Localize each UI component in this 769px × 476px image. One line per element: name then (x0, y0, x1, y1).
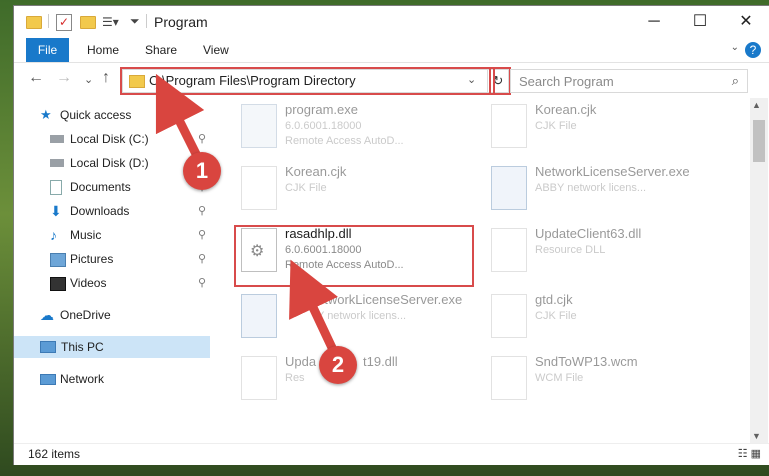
annotation-arrows (155, 73, 339, 354)
callout-step-1: 1 (183, 152, 221, 190)
callout-step-2: 2 (319, 346, 357, 384)
arrow-to-file (289, 259, 339, 354)
